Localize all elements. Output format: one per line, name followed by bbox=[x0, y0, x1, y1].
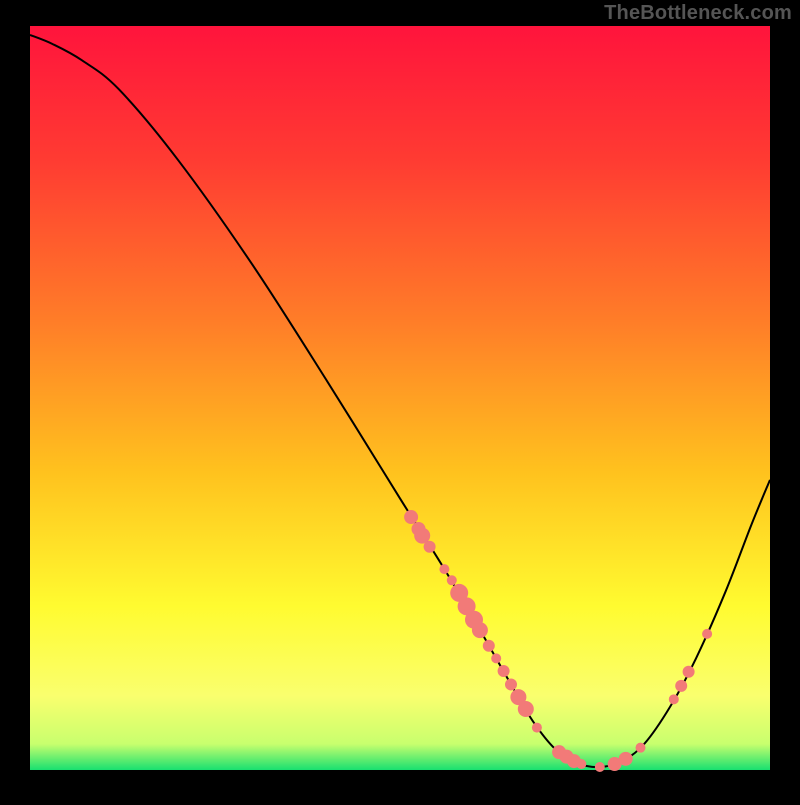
data-point bbox=[702, 629, 712, 639]
chart-gradient-bg bbox=[30, 26, 770, 770]
bottleneck-chart bbox=[0, 0, 800, 800]
chart-svg bbox=[0, 0, 800, 800]
data-point bbox=[491, 653, 501, 663]
data-point bbox=[424, 541, 436, 553]
data-point bbox=[532, 723, 542, 733]
data-point bbox=[472, 622, 488, 638]
data-point bbox=[675, 680, 687, 692]
watermark-text: TheBottleneck.com bbox=[604, 2, 792, 25]
data-point bbox=[669, 694, 679, 704]
data-point bbox=[576, 759, 586, 769]
data-point bbox=[498, 665, 510, 677]
data-point bbox=[683, 666, 695, 678]
data-point bbox=[439, 564, 449, 574]
data-point bbox=[483, 640, 495, 652]
data-point bbox=[619, 752, 633, 766]
data-point bbox=[518, 701, 534, 717]
data-point bbox=[505, 678, 517, 690]
data-point bbox=[404, 510, 418, 524]
data-point bbox=[636, 743, 646, 753]
data-point bbox=[595, 762, 605, 772]
data-point bbox=[447, 575, 457, 585]
